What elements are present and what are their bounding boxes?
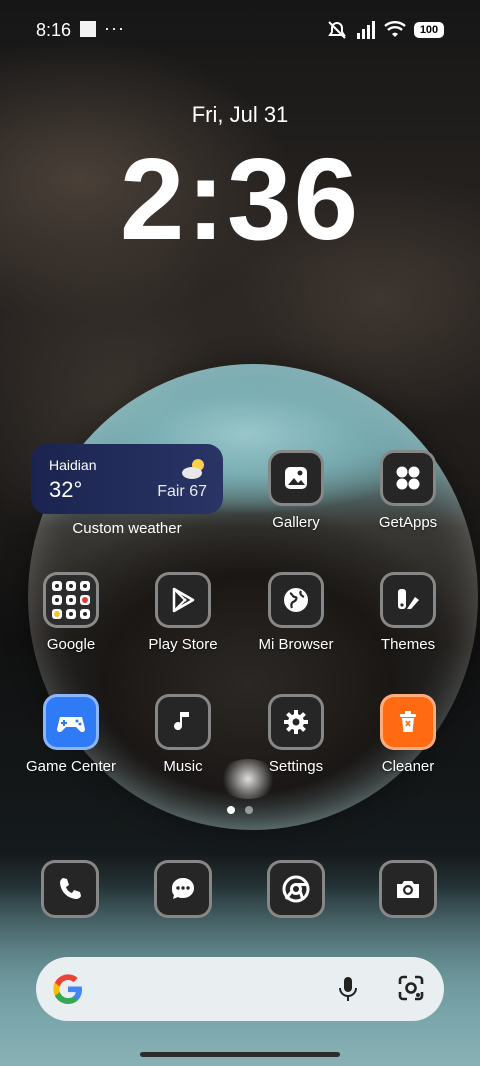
trash-icon xyxy=(380,694,436,750)
dock-messages[interactable] xyxy=(128,860,238,918)
gear-icon xyxy=(268,694,324,750)
google-lens-icon[interactable] xyxy=(396,973,426,1003)
app-google-folder[interactable]: Google xyxy=(16,572,126,653)
partly-cloudy-icon xyxy=(182,459,204,479)
app-label: Cleaner xyxy=(381,758,435,775)
app-label: Music xyxy=(163,758,203,775)
app-game-center[interactable]: Game Center xyxy=(16,694,126,775)
page-dot[interactable] xyxy=(245,806,253,814)
app-mi-browser[interactable]: Mi Browser xyxy=(241,572,351,653)
app-settings[interactable]: Settings xyxy=(241,694,351,775)
app-label: Mi Browser xyxy=(258,636,334,653)
themes-icon xyxy=(380,572,436,628)
app-label: Google xyxy=(46,636,96,653)
status-icons: 100 xyxy=(326,20,444,40)
page-indicator xyxy=(0,806,480,814)
home-indicator[interactable] xyxy=(140,1052,340,1057)
status-bar: 8:16 ··· 100 xyxy=(0,0,480,60)
microphone-icon[interactable] xyxy=(336,975,360,1003)
more-notifications-icon: ··· xyxy=(104,18,125,38)
camera-icon xyxy=(379,860,437,918)
music-note-icon xyxy=(155,694,211,750)
status-time: 8:16 xyxy=(36,20,72,40)
chat-bubble-icon xyxy=(154,860,212,918)
app-label: Gallery xyxy=(272,514,320,531)
app-label: Themes xyxy=(380,636,436,653)
app-play-store[interactable]: Play Store xyxy=(128,572,238,653)
app-music[interactable]: Music xyxy=(128,694,238,775)
dock-phone[interactable] xyxy=(15,860,125,918)
game-controller-icon xyxy=(43,694,99,750)
weather-city: Haidian xyxy=(49,457,97,473)
weather-temperature: 32° xyxy=(49,477,83,502)
chrome-icon xyxy=(267,860,325,918)
weather-widget[interactable]: Haidian 32° Fair 67 xyxy=(31,444,223,514)
gallery-icon xyxy=(268,450,324,506)
date-label[interactable]: Fri, Jul 31 xyxy=(0,102,480,128)
weather-widget-label: Custom weather xyxy=(72,520,182,537)
weather-condition: Fair 67 xyxy=(157,483,207,500)
globe-icon xyxy=(268,572,324,628)
app-themes[interactable]: Themes xyxy=(353,572,463,653)
app-label: Settings xyxy=(268,758,324,775)
wifi-icon xyxy=(384,21,406,37)
clock-time[interactable]: 2:36 xyxy=(0,132,480,266)
notification-icon xyxy=(80,21,96,37)
signal-icon xyxy=(357,21,375,39)
mute-vibrate-icon xyxy=(328,21,346,39)
battery-icon: 100 xyxy=(414,22,444,38)
dock-chrome[interactable] xyxy=(241,860,351,918)
play-store-icon xyxy=(155,572,211,628)
app-label: GetApps xyxy=(378,514,438,531)
google-search-bar[interactable] xyxy=(36,957,444,1021)
app-label: Game Center xyxy=(25,758,117,775)
page-dot-active[interactable] xyxy=(227,806,235,814)
app-gallery[interactable]: Gallery xyxy=(241,450,351,531)
phone-icon xyxy=(41,860,99,918)
app-cleaner[interactable]: Cleaner xyxy=(353,694,463,775)
dock-camera[interactable] xyxy=(353,860,463,918)
app-label: Play Store xyxy=(148,636,218,653)
getapps-icon xyxy=(380,450,436,506)
google-g-icon xyxy=(53,974,82,1004)
google-folder-icon xyxy=(43,572,99,628)
app-getapps[interactable]: GetApps xyxy=(353,450,463,531)
